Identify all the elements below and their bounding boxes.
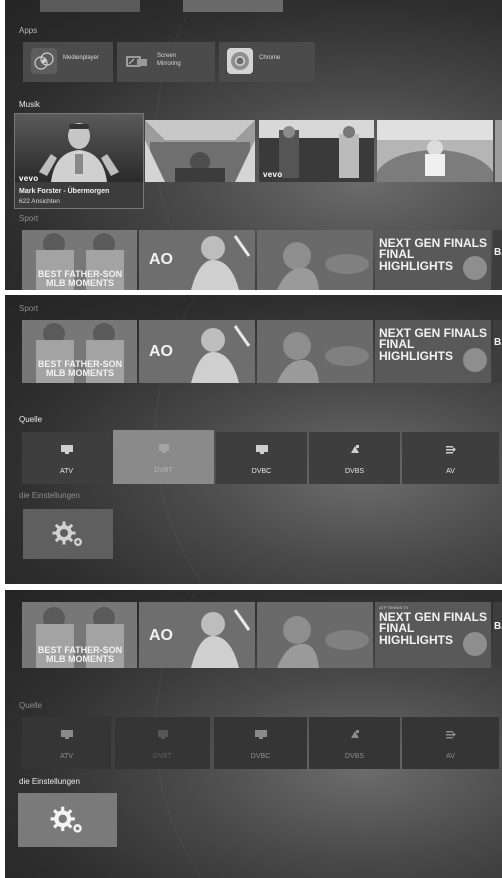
sport-video-tile[interactable] bbox=[257, 602, 373, 668]
sport-video-tile-mlb[interactable]: BEST FATHER-SON MLB MOMENTS bbox=[22, 230, 137, 290]
music-video-tile[interactable] bbox=[377, 120, 493, 182]
cable-tv-icon bbox=[255, 445, 268, 454]
vevo-logo: vevo bbox=[19, 174, 39, 183]
antenna-tv-icon bbox=[158, 444, 169, 453]
video-thumbnail bbox=[15, 114, 143, 182]
tv-home-screen-sources: Sport BEST FATHER-SON MLB MOMENTS AO NEX… bbox=[5, 295, 502, 584]
tile-caption: NEXT GEN FINALS FINAL HIGHLIGHTS bbox=[379, 610, 488, 647]
sport-section-title: Sport bbox=[19, 304, 39, 313]
tile-caption: BA bbox=[494, 621, 502, 632]
sport-video-tile-partial[interactable]: BA bbox=[493, 230, 502, 290]
media-player-icon bbox=[31, 48, 57, 74]
tv-icon bbox=[60, 445, 73, 454]
source-tile-dvbt[interactable]: DVBT bbox=[115, 717, 210, 769]
app-tile-chrome[interactable]: Chrome bbox=[219, 42, 315, 82]
tv-home-screen-apps: Apps Medienplayer Screen Mirroring Chrom… bbox=[5, 0, 502, 290]
cable-tv-icon bbox=[254, 730, 267, 739]
tv-home-screen-settings: BEST FATHER-SON MLB MOMENTS AO ATP TENNI… bbox=[5, 590, 502, 878]
satellite-icon bbox=[350, 730, 359, 738]
settings-section-title: die Einstellungen bbox=[19, 491, 80, 500]
ao-logo: AO bbox=[149, 251, 173, 268]
source-section-title: Quelle bbox=[19, 415, 43, 424]
sport-section-title: Sport bbox=[19, 214, 39, 223]
gear-icon bbox=[52, 521, 82, 546]
source-label: DVBS bbox=[344, 468, 365, 475]
satellite-icon bbox=[350, 445, 359, 453]
music-video-tile[interactable] bbox=[145, 120, 255, 182]
vevo-logo: vevo bbox=[263, 170, 283, 179]
music-video-tile-partial[interactable] bbox=[495, 120, 502, 182]
music-video-tile-featured[interactable]: vevo Mark Forster - Übermorgen 622 Ansic… bbox=[15, 114, 143, 208]
source-label: ATV bbox=[59, 753, 74, 760]
tile-caption: BEST FATHER-SON MLB MOMENTS bbox=[37, 269, 123, 288]
ao-logo: AO bbox=[149, 627, 173, 644]
app-label: Medienplayer bbox=[63, 55, 100, 61]
top-row-tile[interactable] bbox=[40, 0, 140, 12]
settings-tile[interactable] bbox=[23, 509, 113, 559]
video-title: Mark Forster - Übermorgen bbox=[19, 188, 110, 195]
sport-video-tile-ao[interactable]: AO bbox=[139, 230, 255, 290]
source-label: DVBT bbox=[154, 467, 173, 474]
source-section-title: Quelle bbox=[19, 701, 43, 710]
music-video-tile[interactable]: vevo bbox=[259, 120, 374, 182]
settings-section-title: die Einstellungen bbox=[19, 777, 80, 786]
gear-icon bbox=[50, 806, 82, 833]
tv-icon bbox=[60, 730, 73, 739]
tile-caption: BA bbox=[494, 247, 502, 258]
tile-caption: BEST FATHER-SON MLB MOMENTS bbox=[37, 359, 123, 378]
app-label: Chrome bbox=[259, 55, 281, 61]
sport-video-tile-mlb[interactable]: BEST FATHER-SON MLB MOMENTS bbox=[22, 602, 137, 668]
source-tile-dvbs[interactable]: DVBS bbox=[309, 432, 400, 484]
sport-video-tile-ao[interactable]: AO bbox=[139, 602, 255, 668]
source-label: DVBC bbox=[251, 468, 272, 475]
sport-video-tile-partial[interactable]: BA bbox=[493, 320, 502, 383]
source-tile-atv[interactable]: ATV bbox=[22, 717, 111, 769]
av-input-icon bbox=[445, 731, 456, 739]
sport-video-tile[interactable] bbox=[257, 320, 373, 383]
sport-video-tile-next-gen[interactable]: NEXT GEN FINALS FINAL HIGHLIGHTS bbox=[375, 320, 491, 383]
apps-section-title: Apps bbox=[19, 26, 38, 35]
tile-caption: BA bbox=[494, 337, 502, 348]
source-label: DVBT bbox=[153, 753, 172, 760]
source-label: DVBC bbox=[250, 753, 271, 760]
source-tile-dvbc[interactable]: DVBC bbox=[216, 432, 307, 484]
video-view-count: 622 Ansichten bbox=[19, 198, 60, 205]
source-tile-av[interactable]: AV bbox=[402, 717, 499, 769]
app-tile-media-player[interactable]: Medienplayer bbox=[23, 42, 113, 82]
sport-video-tile-partial[interactable]: BA bbox=[493, 602, 502, 668]
sport-video-tile-next-gen[interactable]: ATP TENNIS TV NEXT GEN FINALS FINAL HIGH… bbox=[375, 602, 491, 668]
sport-video-tile-ao[interactable]: AO bbox=[139, 320, 255, 383]
source-tile-dvbc[interactable]: DVBC bbox=[214, 717, 307, 769]
source-tile-dvbt[interactable]: DVBT bbox=[113, 430, 214, 484]
source-label: AV bbox=[446, 753, 455, 760]
app-tile-screen-mirroring[interactable]: Screen Mirroring bbox=[117, 42, 215, 82]
settings-tile-selected[interactable] bbox=[18, 793, 117, 847]
sport-video-tile[interactable] bbox=[257, 230, 373, 290]
sport-video-tile-next-gen[interactable]: NEXT GEN FINALS FINAL HIGHLIGHTS bbox=[375, 230, 491, 290]
tile-caption: NEXT GEN FINALS FINAL HIGHLIGHTS bbox=[379, 326, 488, 363]
ao-logo: AO bbox=[149, 343, 173, 360]
tile-caption: BEST FATHER-SON MLB MOMENTS bbox=[37, 645, 123, 664]
source-label: AV bbox=[446, 468, 455, 475]
tile-caption: NEXT GEN FINALS FINAL HIGHLIGHTS bbox=[379, 236, 488, 273]
source-label: ATV bbox=[59, 468, 74, 475]
sport-video-tile-mlb[interactable]: BEST FATHER-SON MLB MOMENTS bbox=[22, 320, 137, 383]
source-tile-dvbs[interactable]: DVBS bbox=[309, 717, 400, 769]
music-section-title: Musik bbox=[19, 100, 40, 109]
antenna-tv-icon bbox=[157, 730, 168, 739]
av-input-icon bbox=[445, 446, 456, 454]
source-tile-atv[interactable]: ATV bbox=[22, 432, 111, 484]
app-label: Screen Mirroring bbox=[157, 53, 181, 67]
source-label: DVBS bbox=[344, 753, 365, 760]
source-tile-av[interactable]: AV bbox=[402, 432, 499, 484]
top-row-tile[interactable] bbox=[183, 0, 283, 12]
chrome-icon bbox=[227, 48, 253, 74]
screen-mirroring-icon bbox=[125, 48, 151, 74]
